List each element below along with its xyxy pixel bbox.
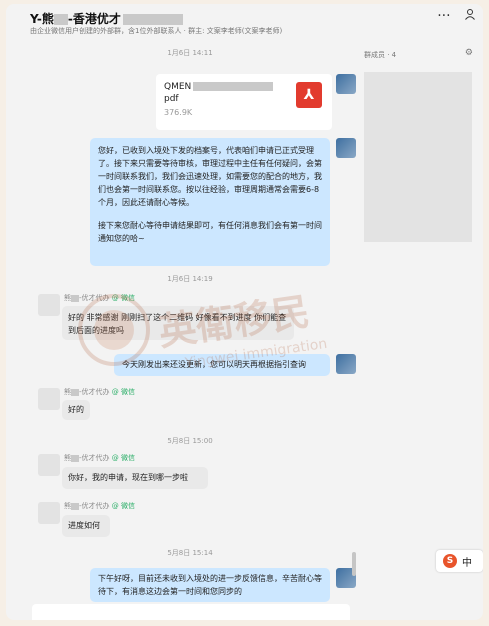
pdf-icon: ⅄ bbox=[296, 82, 322, 108]
person-icon[interactable] bbox=[465, 8, 475, 24]
title-prefix: Y-熊 bbox=[30, 12, 54, 26]
message-input[interactable] bbox=[32, 604, 350, 620]
sender-name: 熊 -优才代办 @ 微信 bbox=[64, 502, 135, 510]
sender-name: 熊 -优才代办 @ 微信 bbox=[64, 388, 135, 396]
message-bubble: 下午好呀，目前还未收到入境处的进一步反馈信息，辛苦耐心等待下，有消息这边会第一时… bbox=[90, 568, 330, 602]
header-icons: ··· bbox=[427, 8, 475, 24]
avatar[interactable] bbox=[336, 354, 356, 374]
message-list[interactable]: 1月6日 14:11 QMEN pdf 376.9K ⅄ 您好，已收到入境处下发… bbox=[22, 42, 358, 602]
input-method-widget[interactable]: S 中 bbox=[436, 550, 483, 572]
chat-window: Y-熊 -香港优才 由企业微信用户创建的外部群，含1位外部联系人 · 群主: 文案… bbox=[6, 4, 483, 620]
scrollbar[interactable] bbox=[352, 552, 356, 576]
message-bubble: 好的 非常感谢 刚刚扫了这个二维码 好像看不到进度 你们能查到后面的进度吗 bbox=[62, 306, 294, 340]
message-bubble: 您好，已收到入境处下发的档案号，代表咱们申请已正式受理了。接下来只需要等待审核，… bbox=[90, 138, 330, 266]
timestamp: 5月8日 15:00 bbox=[167, 437, 213, 445]
title-mid: -香港优才 bbox=[67, 12, 121, 26]
avatar[interactable] bbox=[38, 294, 60, 316]
message-bubble: 好的 bbox=[62, 400, 90, 420]
more-icon[interactable]: ··· bbox=[437, 8, 450, 24]
message-bubble: 进度如何 bbox=[62, 515, 110, 537]
timestamp: 5月8日 15:14 bbox=[167, 549, 213, 557]
chat-title: Y-熊 -香港优才 bbox=[30, 10, 183, 27]
redacted-suffix bbox=[122, 14, 183, 25]
gear-icon[interactable]: ⚙ bbox=[465, 48, 473, 58]
avatar[interactable] bbox=[336, 138, 356, 158]
file-size: 376.9K bbox=[164, 108, 193, 117]
file-name: QMEN bbox=[164, 82, 274, 92]
file-extension: pdf bbox=[164, 94, 179, 104]
sender-name: 熊 -优才代办 @ 微信 bbox=[64, 294, 135, 302]
redacted-name bbox=[53, 14, 68, 25]
avatar[interactable] bbox=[38, 502, 60, 524]
message-bubble: 你好，我的申请，现在到哪一步啦 bbox=[62, 467, 208, 489]
member-list-redacted bbox=[364, 72, 472, 242]
timestamp: 1月6日 14:11 bbox=[167, 49, 213, 57]
members-count: 群成员 · 4 bbox=[364, 51, 397, 59]
ime-mode-label: 中 bbox=[462, 558, 472, 569]
chat-header: Y-熊 -香港优才 由企业微信用户创建的外部群，含1位外部联系人 · 群主: 文案… bbox=[6, 4, 483, 40]
avatar[interactable] bbox=[38, 388, 60, 410]
file-message[interactable]: QMEN pdf 376.9K ⅄ bbox=[156, 74, 332, 130]
ime-logo-icon: S bbox=[443, 554, 457, 568]
chat-subtitle: 由企业微信用户创建的外部群，含1位外部联系人 · 群主: 文案李老师(文案李老师… bbox=[30, 27, 283, 35]
message-text: 您好，已收到入境处下发的档案号，代表咱们申请已正式受理了。接下来只需要等待审核，… bbox=[98, 146, 322, 207]
avatar[interactable] bbox=[336, 74, 356, 94]
avatar[interactable] bbox=[38, 454, 60, 476]
sender-name: 熊 -优才代办 @ 微信 bbox=[64, 454, 135, 462]
members-panel: 群成员 · 4 ⚙ bbox=[362, 48, 483, 608]
timestamp: 1月6日 14:19 bbox=[167, 275, 213, 283]
message-bubble: 今天刚发出来还没更新，您可以明天再根据指引查询 bbox=[114, 354, 330, 376]
message-text: 接下来您耐心等待申请结果即可，有任何消息我们会有第一时间通知您的哈~ bbox=[98, 221, 322, 243]
